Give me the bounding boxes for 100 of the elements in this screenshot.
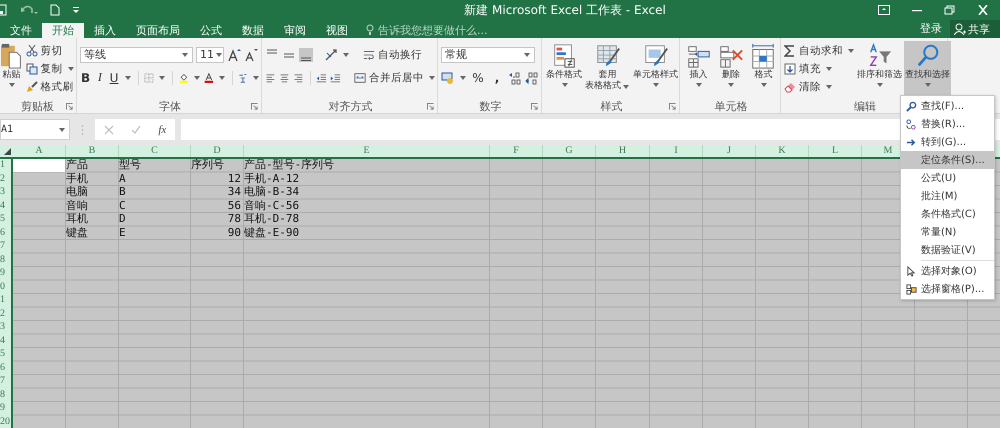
column-header[interactable]: K (756, 145, 809, 157)
ribbon-tab[interactable]: 数据 (232, 23, 274, 38)
row-header[interactable]: 4 (0, 200, 13, 213)
row-header[interactable]: 7 (0, 375, 13, 388)
insert-cells-button[interactable]: 插入 (684, 41, 714, 99)
row-header[interactable]: 8 (0, 254, 13, 267)
ribbon-tab[interactable]: 开始 (42, 23, 84, 38)
new-document-icon[interactable] (50, 4, 60, 16)
dialog-launcher-icon[interactable] (251, 103, 258, 110)
row-header[interactable]: 2 (0, 308, 13, 321)
conditional-formatting-button[interactable]: 条件格式 (545, 41, 583, 99)
font-size-dropdown[interactable]: 11 (196, 46, 224, 62)
row-header[interactable]: 6 (0, 362, 13, 375)
paste-button[interactable]: 粘贴 (0, 41, 24, 99)
menu-item[interactable]: 查找(F)... (901, 97, 994, 115)
row-header[interactable]: 8 (0, 388, 13, 402)
borders-icon[interactable] (144, 70, 154, 84)
wrap-text-button[interactable]: 自动换行 (363, 46, 422, 62)
column-header[interactable]: G (543, 145, 596, 157)
format-cells-button[interactable]: 格式 (748, 41, 778, 99)
currency-icon[interactable] (441, 70, 455, 84)
delete-cells-button[interactable]: 删除 (716, 41, 746, 99)
row-header[interactable]: 0 (0, 280, 13, 294)
column-header[interactable]: B (66, 145, 119, 157)
row-header[interactable]: 9 (0, 402, 13, 416)
dialog-launcher-icon[interactable] (531, 103, 538, 110)
menu-item[interactable]: 替换(R)... (901, 115, 994, 133)
decrease-font-size-icon[interactable] (244, 48, 258, 62)
merge-center-button[interactable]: 合并后居中 (354, 70, 436, 86)
font-color-icon[interactable] (204, 70, 214, 84)
ribbon-tab[interactable]: 视图 (316, 23, 358, 38)
checkmark-icon[interactable] (131, 124, 142, 134)
ribbon-tab[interactable]: 审阅 (274, 23, 316, 38)
dialog-launcher-icon[interactable] (669, 103, 676, 110)
menu-item[interactable]: 选择窗格(P)... (901, 280, 994, 298)
column-header[interactable]: D (191, 145, 244, 157)
cell-styles-button[interactable]: 单元格样式 (632, 41, 679, 99)
menu-item[interactable]: 选择对象(O) (901, 262, 994, 280)
fill-button[interactable]: 填充 (784, 61, 855, 77)
format-as-table-button[interactable]: 套用 表格格式 (584, 41, 631, 99)
menu-item[interactable]: 公式(U) (901, 169, 994, 187)
clear-button[interactable]: 清除 (784, 79, 855, 95)
row-header[interactable]: 1 (0, 294, 13, 308)
row-header[interactable]: 5 (0, 348, 13, 362)
row-header[interactable]: 20 (0, 416, 13, 428)
row-header[interactable]: 3 (0, 186, 13, 200)
bold-button[interactable]: B (80, 70, 92, 86)
insert-function-button[interactable]: fx (158, 124, 166, 136)
name-box[interactable]: A1 (0, 119, 70, 140)
underline-button[interactable]: U (108, 70, 120, 86)
column-header[interactable]: F (490, 145, 543, 157)
row-header[interactable]: 9 (0, 267, 13, 280)
row-header[interactable]: 4 (0, 334, 13, 348)
column-header[interactable]: J (703, 145, 756, 157)
share-button[interactable]: 共享 (950, 20, 1000, 38)
row-header[interactable]: 1 (0, 159, 13, 172)
bottom-align-icon[interactable] (299, 48, 313, 62)
column-header[interactable]: C (119, 145, 191, 157)
format-painter-button[interactable]: 格式刷 (26, 79, 74, 95)
increase-font-size-icon[interactable] (227, 48, 241, 62)
dialog-launcher-icon[interactable] (66, 103, 73, 110)
menu-item[interactable]: 常量(N) (901, 223, 994, 241)
column-header[interactable]: H (596, 145, 650, 157)
column-header[interactable]: A (13, 145, 66, 157)
decrease-decimal-icon[interactable] (525, 70, 539, 84)
percent-button[interactable]: % (470, 70, 486, 86)
ribbon-tab[interactable]: 公式 (190, 23, 232, 38)
restore-icon[interactable] (944, 5, 956, 15)
row-header[interactable]: 5 (0, 213, 13, 226)
ribbon-tab[interactable]: 页面布局 (126, 23, 190, 38)
menu-item[interactable]: 条件格式(C) (901, 205, 994, 223)
tell-me-field[interactable]: 告诉我您想要做什么... (378, 23, 498, 38)
column-header[interactable]: L (809, 145, 862, 157)
row-header[interactable]: 2 (0, 172, 13, 186)
row-header[interactable]: 3 (0, 321, 13, 334)
italic-button[interactable]: I (94, 70, 106, 86)
column-header[interactable]: E (244, 145, 490, 157)
active-cell[interactable] (13, 159, 65, 172)
copy-button[interactable]: 复制 (26, 61, 74, 77)
text-orientation-icon[interactable] (324, 48, 338, 62)
ribbon-tab[interactable]: 插入 (84, 23, 126, 38)
undo-icon[interactable] (20, 4, 38, 16)
menu-item[interactable]: 数据验证(V) (901, 241, 994, 259)
column-header[interactable]: I (650, 145, 703, 157)
sort-filter-button[interactable]: 排序和筛选 (856, 41, 903, 99)
ribbon-tab[interactable]: 文件 (0, 23, 42, 38)
increase-decimal-icon[interactable] (508, 70, 522, 84)
menu-item[interactable]: 定位条件(S)... (901, 151, 994, 169)
cut-button[interactable]: 剪切 (26, 43, 74, 59)
row-header[interactable]: 6 (0, 226, 13, 240)
autosum-button[interactable]: 自动求和 (784, 43, 855, 59)
customize-toolbar-icon[interactable] (72, 4, 80, 16)
ribbon-display-options-icon[interactable] (878, 5, 890, 15)
menu-item[interactable]: 批注(M) (901, 187, 994, 205)
dialog-launcher-icon[interactable] (427, 103, 434, 110)
close-icon[interactable] (977, 5, 989, 15)
sign-in-link[interactable]: 登录 (920, 21, 942, 38)
font-name-dropdown[interactable]: 等线 (80, 46, 193, 62)
comma-style-button[interactable]: , (489, 70, 505, 86)
row-header[interactable]: 7 (0, 240, 13, 254)
